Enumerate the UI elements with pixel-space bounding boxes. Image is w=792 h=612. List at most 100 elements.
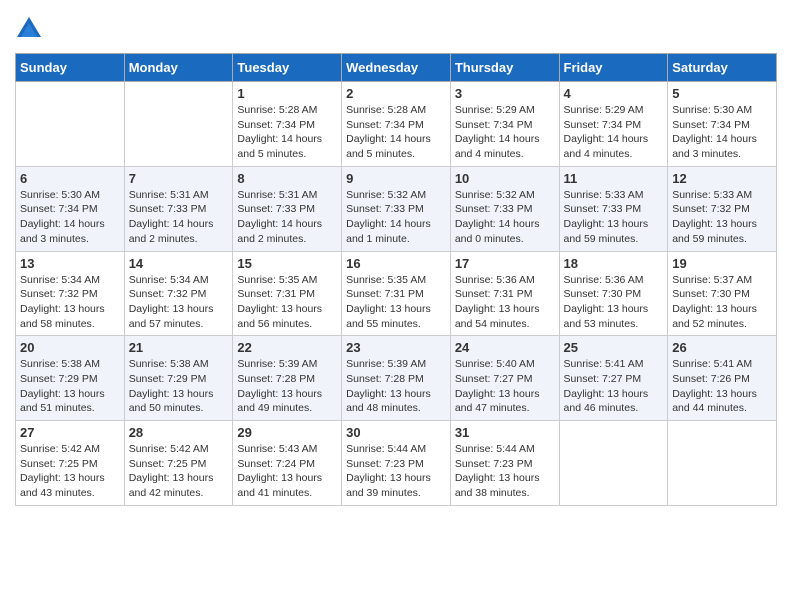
weekday-header: Friday [559,54,668,82]
cell-day-number: 7 [129,171,229,186]
calendar-cell: 24 Sunrise: 5:40 AM Sunset: 7:27 PM Dayli… [450,336,559,421]
cell-info-text: Sunrise: 5:43 AM Sunset: 7:24 PM Dayligh… [237,442,337,501]
cell-day-number: 13 [20,256,120,271]
cell-info-text: Sunrise: 5:33 AM Sunset: 7:33 PM Dayligh… [564,188,664,247]
cell-day-number: 24 [455,340,555,355]
cell-info-text: Sunrise: 5:37 AM Sunset: 7:30 PM Dayligh… [672,273,772,332]
cell-day-number: 3 [455,86,555,101]
cell-info-text: Sunrise: 5:35 AM Sunset: 7:31 PM Dayligh… [237,273,337,332]
cell-info-text: Sunrise: 5:31 AM Sunset: 7:33 PM Dayligh… [129,188,229,247]
cell-day-number: 11 [564,171,664,186]
cell-info-text: Sunrise: 5:41 AM Sunset: 7:27 PM Dayligh… [564,357,664,416]
calendar-cell: 1 Sunrise: 5:28 AM Sunset: 7:34 PM Daylig… [233,82,342,167]
calendar-cell: 30Sunrise: 5:44 AM Sunset: 7:23 PM Dayli… [342,421,451,506]
cell-day-number: 10 [455,171,555,186]
cell-info-text: Sunrise: 5:30 AM Sunset: 7:34 PM Dayligh… [20,188,120,247]
weekday-header: Sunday [16,54,125,82]
cell-day-number: 2 [346,86,446,101]
calendar-cell: 7 Sunrise: 5:31 AM Sunset: 7:33 PM Daylig… [124,166,233,251]
cell-info-text: Sunrise: 5:31 AM Sunset: 7:33 PM Dayligh… [237,188,337,247]
calendar-cell: 23 Sunrise: 5:39 AM Sunset: 7:28 PM Dayli… [342,336,451,421]
cell-day-number: 17 [455,256,555,271]
page-header [15,15,777,43]
calendar-week-row: 13 Sunrise: 5:34 AM Sunset: 7:32 PM Dayli… [16,251,777,336]
calendar-cell: 28 Sunrise: 5:42 AM Sunset: 7:25 PM Dayli… [124,421,233,506]
cell-info-text: Sunrise: 5:28 AM Sunset: 7:34 PM Dayligh… [237,103,337,162]
calendar-week-row: 27 Sunrise: 5:42 AM Sunset: 7:25 PM Dayli… [16,421,777,506]
cell-info-text: Sunrise: 5:29 AM Sunset: 7:34 PM Dayligh… [455,103,555,162]
cell-day-number: 16 [346,256,446,271]
cell-day-number: 1 [237,86,337,101]
cell-day-number: 9 [346,171,446,186]
cell-info-text: Sunrise: 5:36 AM Sunset: 7:31 PM Dayligh… [455,273,555,332]
weekday-header-row: SundayMondayTuesdayWednesdayThursdayFrid… [16,54,777,82]
cell-info-text: Sunrise: 5:28 AM Sunset: 7:34 PM Dayligh… [346,103,446,162]
cell-day-number: 14 [129,256,229,271]
cell-info-text: Sunrise: 5:29 AM Sunset: 7:34 PM Dayligh… [564,103,664,162]
calendar-cell: 31 Sunrise: 5:44 AM Sunset: 7:23 PM Dayli… [450,421,559,506]
cell-info-text: Sunrise: 5:38 AM Sunset: 7:29 PM Dayligh… [20,357,120,416]
calendar-cell: 17 Sunrise: 5:36 AM Sunset: 7:31 PM Dayli… [450,251,559,336]
calendar-cell: 20 Sunrise: 5:38 AM Sunset: 7:29 PM Dayli… [16,336,125,421]
cell-day-number: 12 [672,171,772,186]
calendar-cell: 10 Sunrise: 5:32 AM Sunset: 7:33 PM Dayli… [450,166,559,251]
cell-day-number: 6 [20,171,120,186]
cell-info-text: Sunrise: 5:42 AM Sunset: 7:25 PM Dayligh… [129,442,229,501]
cell-day-number: 8 [237,171,337,186]
cell-day-number: 25 [564,340,664,355]
cell-day-number: 31 [455,425,555,440]
calendar-cell: 19 Sunrise: 5:37 AM Sunset: 7:30 PM Dayli… [668,251,777,336]
cell-day-number: 21 [129,340,229,355]
calendar-cell: 25 Sunrise: 5:41 AM Sunset: 7:27 PM Dayli… [559,336,668,421]
calendar-cell [668,421,777,506]
cell-info-text: Sunrise: 5:38 AM Sunset: 7:29 PM Dayligh… [129,357,229,416]
cell-day-number: 19 [672,256,772,271]
cell-day-number: 27 [20,425,120,440]
cell-day-number: 28 [129,425,229,440]
calendar-cell: 16 Sunrise: 5:35 AM Sunset: 7:31 PM Dayli… [342,251,451,336]
cell-info-text: Sunrise: 5:33 AM Sunset: 7:32 PM Dayligh… [672,188,772,247]
calendar-cell: 12 Sunrise: 5:33 AM Sunset: 7:32 PM Dayli… [668,166,777,251]
calendar-cell: 22Sunrise: 5:39 AM Sunset: 7:28 PM Dayli… [233,336,342,421]
calendar-cell [124,82,233,167]
calendar-cell: 8 Sunrise: 5:31 AM Sunset: 7:33 PM Daylig… [233,166,342,251]
calendar-cell: 21 Sunrise: 5:38 AM Sunset: 7:29 PM Dayli… [124,336,233,421]
calendar-cell: 27 Sunrise: 5:42 AM Sunset: 7:25 PM Dayli… [16,421,125,506]
cell-info-text: Sunrise: 5:44 AM Sunset: 7:23 PM Dayligh… [455,442,555,501]
cell-info-text: Sunrise: 5:32 AM Sunset: 7:33 PM Dayligh… [346,188,446,247]
cell-day-number: 26 [672,340,772,355]
cell-info-text: Sunrise: 5:40 AM Sunset: 7:27 PM Dayligh… [455,357,555,416]
cell-day-number: 5 [672,86,772,101]
calendar-cell: 11 Sunrise: 5:33 AM Sunset: 7:33 PM Dayli… [559,166,668,251]
calendar-week-row: 20 Sunrise: 5:38 AM Sunset: 7:29 PM Dayli… [16,336,777,421]
calendar-cell: 4Sunrise: 5:29 AM Sunset: 7:34 PM Daylig… [559,82,668,167]
calendar-cell: 2 Sunrise: 5:28 AM Sunset: 7:34 PM Daylig… [342,82,451,167]
weekday-header: Thursday [450,54,559,82]
calendar-cell [16,82,125,167]
cell-info-text: Sunrise: 5:35 AM Sunset: 7:31 PM Dayligh… [346,273,446,332]
cell-info-text: Sunrise: 5:32 AM Sunset: 7:33 PM Dayligh… [455,188,555,247]
calendar-cell: 13 Sunrise: 5:34 AM Sunset: 7:32 PM Dayli… [16,251,125,336]
cell-day-number: 15 [237,256,337,271]
cell-day-number: 23 [346,340,446,355]
cell-info-text: Sunrise: 5:42 AM Sunset: 7:25 PM Dayligh… [20,442,120,501]
calendar-cell: 18Sunrise: 5:36 AM Sunset: 7:30 PM Dayli… [559,251,668,336]
calendar-cell: 29 Sunrise: 5:43 AM Sunset: 7:24 PM Dayli… [233,421,342,506]
cell-info-text: Sunrise: 5:34 AM Sunset: 7:32 PM Dayligh… [20,273,120,332]
calendar-week-row: 1 Sunrise: 5:28 AM Sunset: 7:34 PM Daylig… [16,82,777,167]
cell-day-number: 29 [237,425,337,440]
logo [15,15,47,43]
calendar-week-row: 6 Sunrise: 5:30 AM Sunset: 7:34 PM Daylig… [16,166,777,251]
cell-info-text: Sunrise: 5:41 AM Sunset: 7:26 PM Dayligh… [672,357,772,416]
cell-info-text: Sunrise: 5:39 AM Sunset: 7:28 PM Dayligh… [237,357,337,416]
cell-info-text: Sunrise: 5:39 AM Sunset: 7:28 PM Dayligh… [346,357,446,416]
cell-info-text: Sunrise: 5:30 AM Sunset: 7:34 PM Dayligh… [672,103,772,162]
cell-info-text: Sunrise: 5:34 AM Sunset: 7:32 PM Dayligh… [129,273,229,332]
calendar-cell: 9 Sunrise: 5:32 AM Sunset: 7:33 PM Daylig… [342,166,451,251]
cell-day-number: 20 [20,340,120,355]
weekday-header: Tuesday [233,54,342,82]
cell-info-text: Sunrise: 5:36 AM Sunset: 7:30 PM Dayligh… [564,273,664,332]
calendar-cell: 3 Sunrise: 5:29 AM Sunset: 7:34 PM Daylig… [450,82,559,167]
calendar-table: SundayMondayTuesdayWednesdayThursdayFrid… [15,53,777,506]
weekday-header: Monday [124,54,233,82]
